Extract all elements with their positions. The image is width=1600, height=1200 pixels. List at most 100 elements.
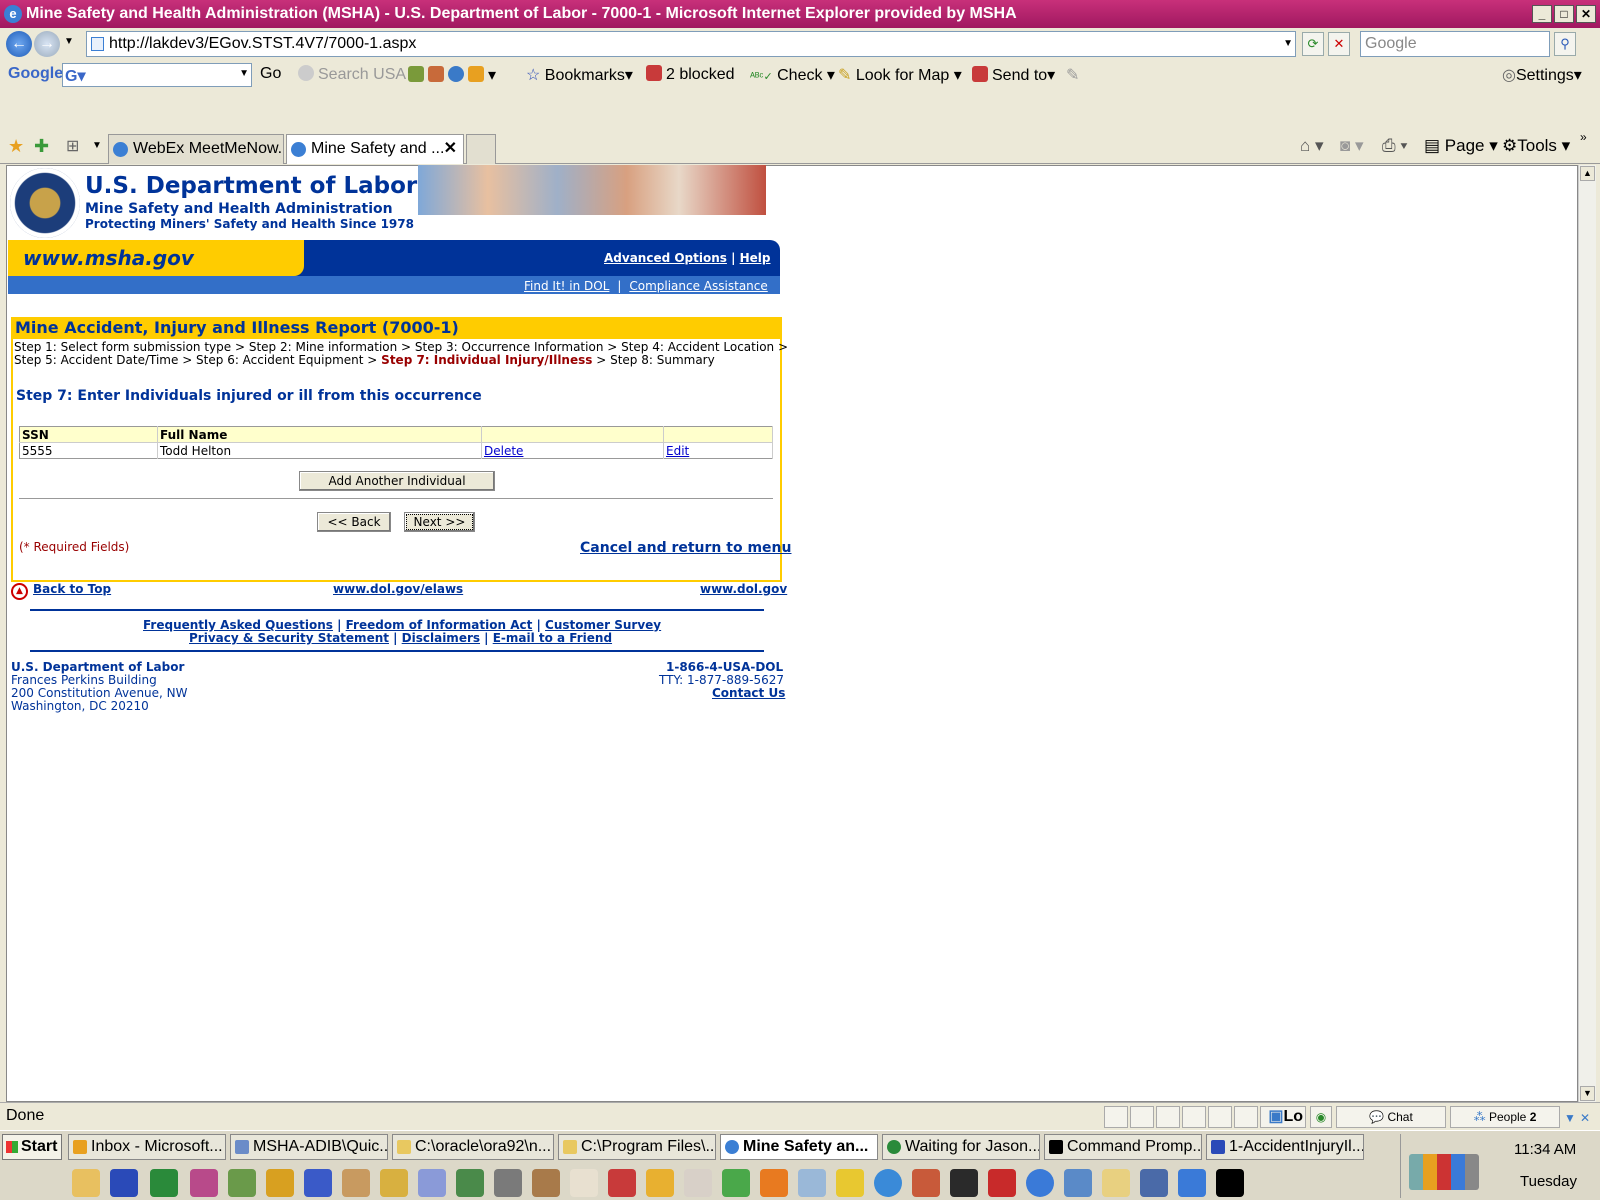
taskbar-item-waiting[interactable]: Waiting for Jason...: [882, 1134, 1040, 1160]
contact-us-link[interactable]: Contact Us: [712, 686, 785, 700]
tools-menu[interactable]: ⚙Tools ▾: [1502, 136, 1570, 156]
new-tab-button[interactable]: [466, 134, 496, 164]
elaws-link[interactable]: www.dol.gov/elaws: [333, 582, 463, 596]
paint-icon[interactable]: [266, 1169, 294, 1197]
spell-check-button[interactable]: ᴬᴮᶜ✓ Check ▾: [750, 65, 835, 85]
cartoon-icon-6[interactable]: [570, 1169, 598, 1197]
feeds-icon[interactable]: ◙ ▾: [1340, 136, 1364, 156]
help-link[interactable]: Help: [740, 251, 771, 265]
export-icon[interactable]: [836, 1169, 864, 1197]
refresh-icon[interactable]: ⟳: [1302, 32, 1324, 56]
grinch-icon[interactable]: [722, 1169, 750, 1197]
cartoon-icon-5[interactable]: [532, 1169, 560, 1197]
favorites-star-icon[interactable]: ★: [8, 136, 24, 157]
search-input[interactable]: Google: [1360, 31, 1550, 57]
quick-tabs-icon[interactable]: ⊞: [66, 136, 79, 156]
tab-webex[interactable]: WebEx MeetMeNow...: [108, 134, 284, 164]
status-dropdown-icon[interactable]: ▼: [1564, 1105, 1576, 1131]
history-dropdown-icon[interactable]: ▼: [64, 36, 74, 47]
taskbar-item-accident-doc[interactable]: 1-AccidentInjuryIl...: [1206, 1134, 1364, 1160]
address-dropdown-icon[interactable]: ▼: [1283, 32, 1293, 56]
refresh-app-icon[interactable]: [1178, 1169, 1206, 1197]
computer-icon[interactable]: [1140, 1169, 1168, 1197]
page-menu[interactable]: ▤ Page ▾: [1424, 136, 1498, 156]
search-folder-icon[interactable]: [798, 1169, 826, 1197]
foia-link[interactable]: Freedom of Information Act: [346, 618, 533, 632]
back-button[interactable]: << Back: [317, 512, 391, 532]
cartoon-icon-3[interactable]: [418, 1169, 446, 1197]
status-close-icon[interactable]: ✕: [1580, 1105, 1590, 1131]
cartoon-icon-8[interactable]: [646, 1169, 674, 1197]
send-to-button[interactable]: Send to▾: [972, 65, 1055, 85]
add-favorites-icon[interactable]: ✚: [34, 136, 49, 157]
taskbar-item-oracle-folder[interactable]: C:\oracle\ora92\n...: [392, 1134, 554, 1160]
address-input[interactable]: http://lakdev3/EGov.STST.4V7/7000-1.aspx…: [86, 31, 1296, 57]
toolbar-extra-icons[interactable]: ▾: [408, 65, 496, 85]
search-usa-button[interactable]: Search USA: [298, 65, 406, 84]
start-button[interactable]: Start: [2, 1134, 62, 1160]
tray-icons[interactable]: [1409, 1154, 1479, 1190]
next-button[interactable]: Next >>: [404, 512, 475, 532]
scroll-down-icon[interactable]: ▼: [1580, 1086, 1595, 1101]
globe-icon[interactable]: ◉: [1310, 1106, 1332, 1128]
cartoon-icon-4[interactable]: [456, 1169, 484, 1197]
zone-indicator[interactable]: ▣Lo: [1260, 1106, 1306, 1128]
taskbar-item-msha-adib[interactable]: MSHA-ADIB\Quic...: [230, 1134, 388, 1160]
word-icon[interactable]: [110, 1169, 138, 1197]
tool-icon[interactable]: [494, 1169, 522, 1197]
look-for-map-button[interactable]: ✎ Look for Map ▾: [838, 65, 962, 85]
customer-survey-link[interactable]: Customer Survey: [545, 618, 661, 632]
tiger-icon[interactable]: [760, 1169, 788, 1197]
compliance-assistance-link[interactable]: Compliance Assistance: [629, 279, 767, 293]
popup-blocked-button[interactable]: 2 blocked: [646, 65, 735, 84]
google-dropdown-icon[interactable]: ▼: [239, 68, 249, 79]
ie-launch-icon[interactable]: [1026, 1169, 1054, 1197]
taskbar-item-mine-safety[interactable]: Mine Safety an...: [720, 1134, 878, 1160]
privacy-link[interactable]: Privacy & Security Statement: [189, 631, 389, 645]
google-go-button[interactable]: Go: [260, 65, 281, 83]
cancel-return-link[interactable]: Cancel and return to menu: [580, 540, 791, 556]
explorer-search-icon[interactable]: [1102, 1169, 1130, 1197]
delete-link[interactable]: Delete: [484, 444, 523, 458]
advanced-options-link[interactable]: Advanced Options: [604, 251, 727, 265]
tab-mine-safety[interactable]: Mine Safety and ... ✕: [286, 134, 464, 164]
add-individual-button[interactable]: Add Another Individual: [299, 471, 495, 491]
bookmarks-button[interactable]: ☆ Bookmarks▾: [526, 65, 633, 85]
maximize-button[interactable]: □: [1554, 5, 1574, 23]
forward-nav-button[interactable]: →: [34, 31, 60, 57]
cartoon-icon-9[interactable]: [684, 1169, 712, 1197]
close-tab-icon[interactable]: ✕: [444, 135, 457, 163]
back-to-top-icon[interactable]: ▲: [11, 583, 28, 600]
duck-icon[interactable]: [950, 1169, 978, 1197]
taskbar-item-inbox[interactable]: Inbox - Microsoft...: [68, 1134, 226, 1160]
email-friend-link[interactable]: E-mail to a Friend: [493, 631, 612, 645]
woody-icon[interactable]: [912, 1169, 940, 1197]
cartoon-icon-7[interactable]: [608, 1169, 636, 1197]
edit-link[interactable]: Edit: [666, 444, 689, 458]
chevron-more-icon[interactable]: »: [1580, 130, 1587, 144]
stop-icon[interactable]: ✕: [1328, 32, 1350, 56]
chat-button[interactable]: 💬 Chat: [1336, 1106, 1446, 1128]
taskbar-item-command-prompt[interactable]: Command Promp...: [1044, 1134, 1202, 1160]
outlook-icon[interactable]: [72, 1169, 100, 1197]
project-icon[interactable]: [228, 1169, 256, 1197]
faq-link[interactable]: Frequently Asked Questions: [143, 618, 333, 632]
tab-list-dropdown-icon[interactable]: ▼: [92, 140, 102, 151]
powerpoint-icon[interactable]: [190, 1169, 218, 1197]
cartoon-icon-2[interactable]: [342, 1169, 370, 1197]
settings-button[interactable]: ◎Settings▾: [1502, 65, 1582, 85]
print-icon[interactable]: ⎙ ▾: [1382, 136, 1407, 156]
dol-link[interactable]: www.dol.gov: [700, 582, 787, 596]
cmd-icon[interactable]: [1216, 1169, 1244, 1197]
taskbar-item-program-files[interactable]: C:\Program Files\...: [558, 1134, 716, 1160]
google-search-input[interactable]: G▾ ▼: [62, 63, 252, 87]
find-it-link[interactable]: Find It! in DOL: [524, 279, 609, 293]
close-window-button[interactable]: ✕: [1576, 5, 1596, 23]
earth-icon[interactable]: [874, 1169, 902, 1197]
back-nav-button[interactable]: ←: [6, 31, 32, 57]
disclaimers-link[interactable]: Disclaimers: [402, 631, 480, 645]
excel-icon[interactable]: [150, 1169, 178, 1197]
search-icon[interactable]: ⚲: [1554, 32, 1576, 56]
vertical-scrollbar[interactable]: ▲ ▼: [1578, 165, 1596, 1102]
clock-time[interactable]: 11:34 AM: [1514, 1141, 1576, 1158]
